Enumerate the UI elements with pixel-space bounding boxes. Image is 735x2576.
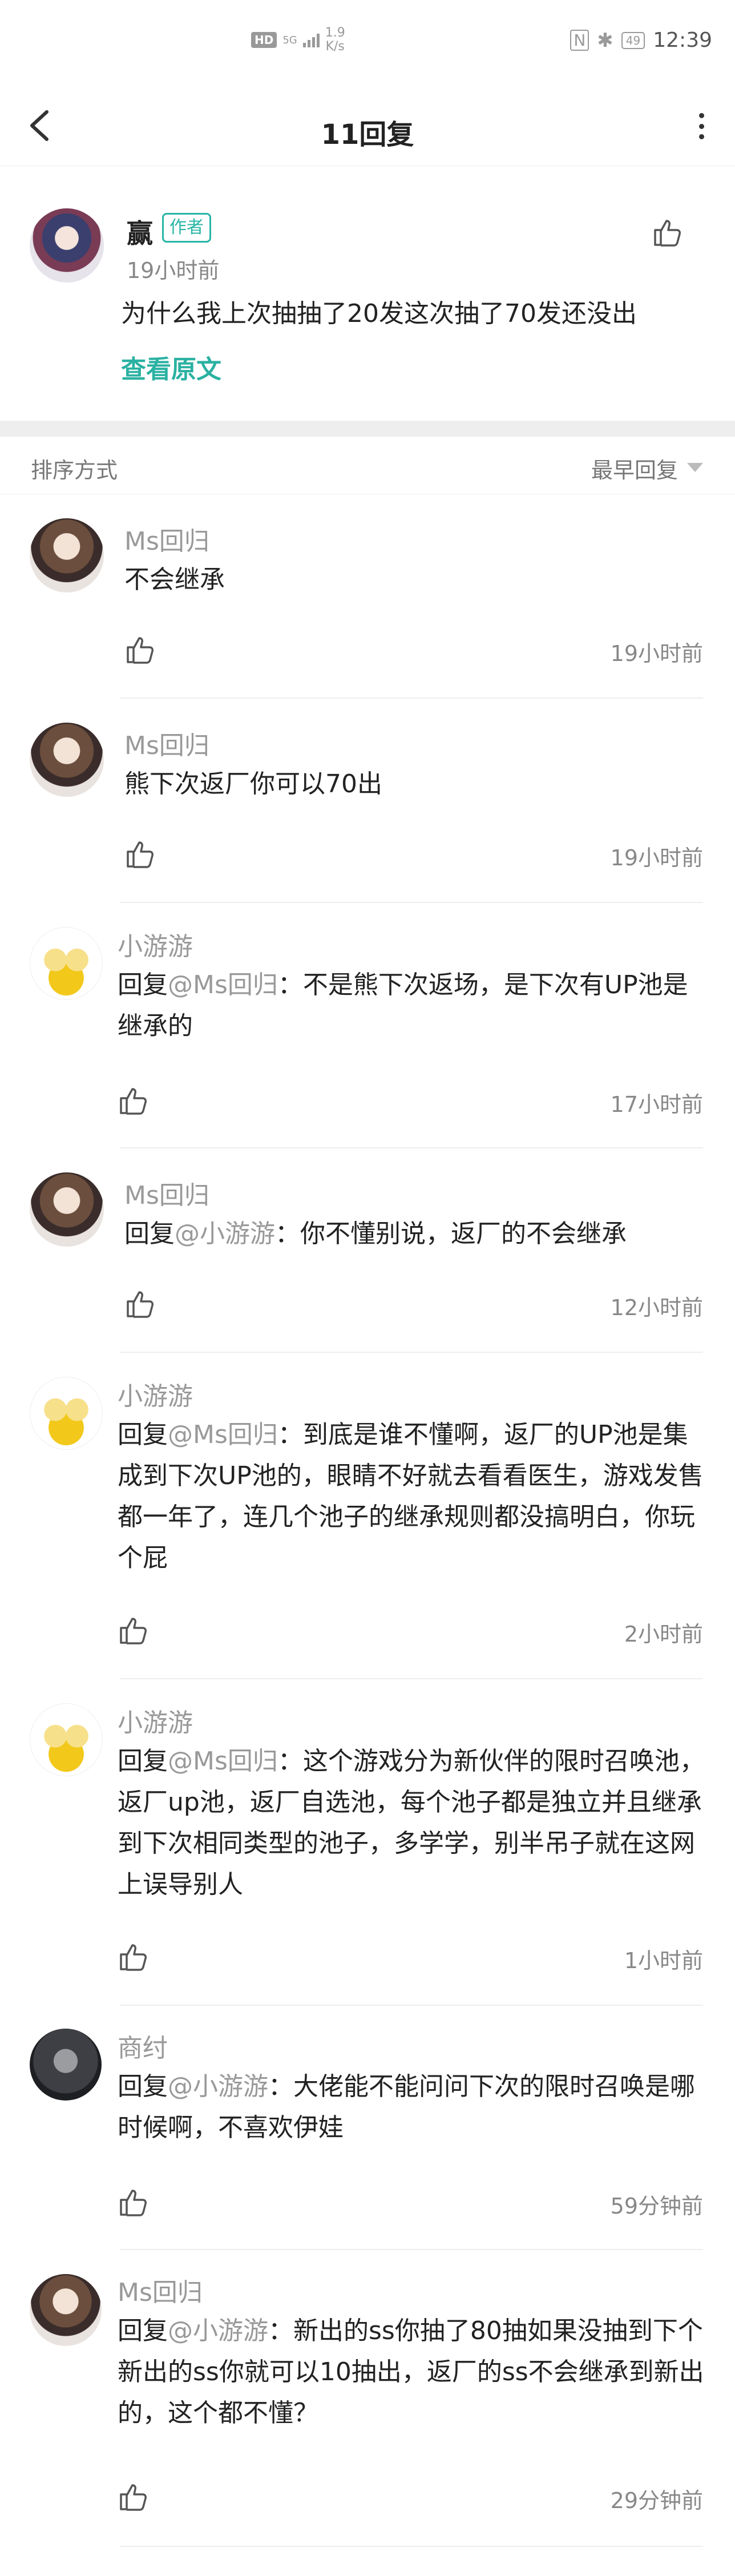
reply-time: 1小时前 <box>624 1948 703 1973</box>
reply-text: 回复@小游游：大佬能不能问问下次的限时召唤是哪时候啊，不喜欢伊娃 <box>118 2072 695 2142</box>
reply-item: 小游游 回复@Ms回归：这个游戏分为新伙伴的限时召唤池，返厂up池，返厂自选池，… <box>0 1679 735 2006</box>
reply-text: 回复@小游游：你不懂别说，返厂的不会继承 <box>124 1219 627 1248</box>
main-post: 赢 作者 19小时前 为什么我上次抽抽了20发这次抽了70发还没出 查看原文 <box>0 166 735 421</box>
thumb-up-icon[interactable] <box>118 1941 150 1973</box>
reply-username[interactable]: 小游游 <box>118 926 193 962</box>
reply-time: 17小时前 <box>610 1092 703 1117</box>
sort-bar: 排序方式 最早回复 <box>0 437 735 494</box>
reply-text: 回复@Ms回归：不是熊下次返场，是下次有UP池是继承的 <box>118 970 688 1041</box>
reply-item: Ms回归 回复@小游游：新出的ss你抽了80抽如果没抽到下个新出的ss你就可以1… <box>0 2250 735 2547</box>
clock: 12:39 <box>653 29 712 52</box>
status-right: N ✱ 49 12:39 <box>570 29 712 52</box>
reply-username[interactable]: 商纣 <box>118 2027 168 2064</box>
reply-time: 19小时前 <box>610 641 703 666</box>
hd-indicator: HD <box>251 32 277 48</box>
user-avatar[interactable] <box>30 1377 103 1450</box>
thumb-up-icon[interactable] <box>118 1085 150 1116</box>
reply-username[interactable]: 小游游 <box>118 1376 193 1412</box>
reply-time: 2小时前 <box>624 1622 703 1647</box>
reply-item: 商纣 回复@小游游：大佬能不能问问下次的限时召唤是哪时候啊，不喜欢伊娃 59分钟… <box>0 2006 735 2250</box>
view-original-link[interactable]: 查看原文 <box>121 349 221 385</box>
user-avatar[interactable] <box>30 723 104 797</box>
thumb-up-icon[interactable] <box>124 634 156 666</box>
thumb-up-icon[interactable] <box>118 2186 150 2218</box>
section-divider <box>0 421 735 437</box>
bluetooth-icon: ✱ <box>597 29 613 52</box>
signal-icon <box>302 33 320 47</box>
reply-item: Ms回归 不会继承 19小时前 <box>0 494 735 699</box>
reply-username[interactable]: Ms回归 <box>118 2272 203 2308</box>
thumb-up-icon[interactable] <box>118 1614 150 1646</box>
nfc-icon: N <box>570 30 589 51</box>
status-network: HD 5G 1.9 K/s <box>251 26 345 54</box>
author-avatar[interactable] <box>30 208 104 283</box>
reply-item: 小游游 回复@Ms回归：到底是谁不懂啊，返厂的UP池是集成到下次UP池的，眼睛不… <box>0 1353 735 1679</box>
author-name[interactable]: 赢 <box>127 213 153 251</box>
reply-username[interactable]: 小游游 <box>118 1702 193 1739</box>
post-time: 19小时前 <box>127 258 220 283</box>
reply-time: 12小时前 <box>610 1295 703 1320</box>
reply-username[interactable]: Ms回归 <box>124 1175 209 1211</box>
reply-text: 回复@小游游：新出的ss你抽了80抽如果没抽到下个新出的ss你就可以10抽出，返… <box>118 2316 704 2428</box>
author-badge: 作者 <box>162 213 211 243</box>
thumb-up-icon[interactable] <box>124 1288 156 1320</box>
sort-label: 排序方式 <box>31 458 118 483</box>
sort-dropdown[interactable]: 最早回复 <box>591 453 678 484</box>
thumb-up-icon[interactable] <box>124 838 156 870</box>
status-bar: HD 5G 1.9 K/s N ✱ 49 12:39 <box>0 0 735 86</box>
battery-icon: 49 <box>621 31 645 49</box>
reply-time: 19小时前 <box>610 845 703 870</box>
chevron-down-icon[interactable] <box>687 463 703 472</box>
reply-time: 29分钟前 <box>610 2488 703 2513</box>
top-bar: 11回复 <box>0 86 735 166</box>
reply-time: 59分钟前 <box>610 2194 703 2219</box>
reply-text: 不会继承 <box>124 565 225 594</box>
thumb-up-icon[interactable] <box>652 216 684 248</box>
user-avatar[interactable] <box>30 2029 102 2101</box>
reply-text: 回复@Ms回归：这个游戏分为新伙伴的限时召唤池，返厂up池，返厂自选池，每个池子… <box>118 1747 705 1899</box>
more-vertical-icon[interactable] <box>697 113 705 139</box>
reply-username[interactable]: Ms回归 <box>124 725 209 761</box>
user-avatar[interactable] <box>30 1703 103 1776</box>
divider <box>120 2546 703 2547</box>
reply-text: 熊下次返厂你可以70出 <box>124 769 382 799</box>
reply-item: 小游游 回复@Ms回归：不是熊下次返场，是下次有UP池是继承的 17小时前 <box>0 903 735 1148</box>
thumb-up-icon[interactable] <box>118 2481 150 2513</box>
user-avatar[interactable] <box>30 2274 102 2346</box>
network-speed: 1.9 K/s <box>325 26 345 54</box>
reply-item: Ms回归 熊下次返厂你可以70出 19小时前 <box>0 699 735 903</box>
reply-text: 回复@Ms回归：到底是谁不懂啊，返厂的UP池是集成到下次UP池的，眼睛不好就去看… <box>118 1420 704 1573</box>
page-title: 11回复 <box>321 119 414 151</box>
user-avatar[interactable] <box>30 1172 104 1247</box>
reply-username[interactable]: Ms回归 <box>124 521 209 557</box>
user-avatar[interactable] <box>30 927 103 1000</box>
network-type: 5G <box>282 34 297 46</box>
reply-item: Ms回归 回复@小游游：你不懂别说，返厂的不会继承 12小时前 <box>0 1148 735 1353</box>
user-avatar[interactable] <box>30 518 104 592</box>
post-text: 为什么我上次抽抽了20发这次抽了70发还没出 <box>121 299 637 328</box>
